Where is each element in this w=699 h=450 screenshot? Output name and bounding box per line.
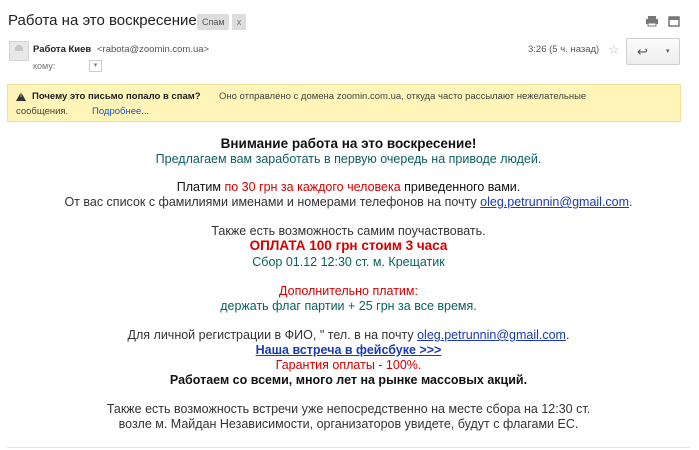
show-details-dropdown[interactable]: ▾ [89, 60, 102, 72]
learn-more-link[interactable]: Подробнее... [92, 106, 149, 117]
email-subject: Работа на это воскресение [8, 12, 197, 29]
body-line: держать флаг партии + 25 грн за все врем… [220, 299, 477, 313]
facebook-link[interactable]: Наша встреча в фейсбуке >>> [7, 342, 690, 358]
email-link[interactable]: oleg.petrunnin@gmail.com [480, 195, 629, 209]
sender-name[interactable]: Работа Киев [33, 44, 91, 55]
body-line: От вас список с фамилиями именами и номе… [7, 194, 690, 210]
body-text: . [629, 195, 633, 209]
print-icon[interactable] [646, 15, 658, 27]
recipient-label: кому: [33, 61, 56, 71]
email-link[interactable]: oleg.petrunnin@gmail.com [417, 328, 566, 342]
sender-avatar [9, 41, 29, 61]
spam-warning-banner: Почему это письмо попало в спам? Оно отп… [7, 84, 681, 122]
reply-button[interactable]: ↩ [626, 38, 664, 65]
body-title: Внимание работа на это воскресение! [220, 136, 477, 151]
body-line: Работаем со всеми, много лет на рынке ма… [169, 373, 528, 387]
body-text-highlight: по 30 грн за каждого человека [224, 180, 401, 194]
spam-warning-text-2: сообщения. [16, 106, 69, 117]
more-actions-button[interactable]: ▾ [662, 38, 680, 65]
body-line: Для личной регистрации в ФИО, " тел. в н… [7, 327, 690, 343]
reply-icon: ↩ [637, 44, 648, 59]
body-line: Также есть возможность самим поучаствова… [211, 224, 486, 238]
message-header [0, 36, 699, 78]
body-line: ОПЛАТА 100 грн стоим 3 часа [249, 238, 448, 253]
body-text: . [565, 328, 570, 342]
chevron-down-icon: ▾ [666, 48, 670, 55]
message-time: 3:26 (5 ч. назад) [528, 44, 600, 55]
body-line: Платим по 30 грн за каждого человека при… [7, 179, 690, 195]
body-line: возле м. Майдан Независимости, организат… [118, 417, 579, 431]
body-text: Платим [176, 180, 225, 194]
remove-spam-label-button[interactable]: x [232, 14, 246, 30]
body-text: От вас список с фамилиями именами и номе… [64, 195, 481, 209]
body-line: Гарантия оплаты - 100%. [275, 358, 422, 372]
body-line: Также есть возможность встречи уже непос… [106, 402, 591, 416]
spam-warning-text: Оно отправлено с домена zoomin.com.ua, о… [219, 91, 587, 102]
body-line: Предлагаем вам заработать в первую очере… [155, 152, 542, 166]
new-window-icon[interactable] [668, 15, 680, 27]
warning-icon [16, 92, 26, 101]
sender-email: <rabota@zoomin.com.ua> [97, 44, 210, 55]
subject-row: Работа на это воскресение Спам x [8, 10, 691, 34]
body-text: приведенного вами. [400, 180, 521, 194]
spam-warning-question: Почему это письмо попало в спам? [32, 91, 201, 102]
divider [7, 447, 690, 448]
body-line: Сбор 01.12 12:30 ст. м. Крещатик [252, 255, 445, 269]
spam-label[interactable]: Спам [197, 14, 229, 30]
body-text: Для личной регистрации в ФИО, " тел. в н… [127, 328, 418, 342]
body-line: Дополнительно платим: [279, 284, 418, 298]
star-icon[interactable]: ☆ [608, 42, 620, 58]
